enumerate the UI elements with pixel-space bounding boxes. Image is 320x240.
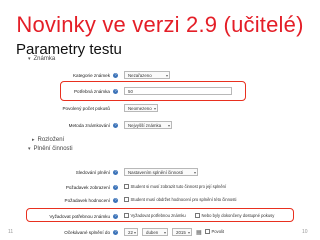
attempts-select[interactable]: Neomezeno: [124, 104, 158, 112]
grading-method-label: Metoda známkování: [68, 123, 110, 128]
highlight-frame: [60, 81, 246, 101]
enable-date-text: Povolit: [211, 229, 225, 234]
grade-category-select[interactable]: Nezařazeno: [124, 71, 170, 79]
slide-title: Novinky ve verzi 2.9 (učitelé): [16, 12, 304, 37]
grade-category-label: Kategorie známek: [72, 73, 110, 78]
help-icon[interactable]: ?: [113, 230, 118, 235]
grade-section-header[interactable]: ▾ Známka: [28, 56, 55, 62]
help-icon[interactable]: ?: [113, 198, 118, 203]
year-select[interactable]: 2015: [172, 228, 192, 236]
completion-tracking-label: Sledování plnění: [75, 170, 110, 175]
completion-tracking-row: Sledování plnění ? Nastavením splnění či…: [24, 168, 296, 178]
page-number-right: 10: [302, 229, 308, 235]
require-grade-checkbox-group[interactable]: Student musí obdržet hodnocení pro splně…: [124, 197, 236, 202]
grade-section-label: Známka: [33, 56, 56, 62]
require-view-checkbox-group[interactable]: Student si musí zobrazit tuto činnost pr…: [124, 184, 226, 189]
grading-method-row: Metoda známkování ? Nejvyšší známka: [24, 121, 296, 131]
completion-tracking-select[interactable]: Nastavením splnění činnosti: [124, 168, 198, 176]
enable-date-group[interactable]: Povolit: [205, 229, 224, 234]
attempts-row: Povolený počet pokusů Neomezeno: [24, 104, 296, 114]
quiz-settings-screenshot: ▾ Známka Kategorie známek ? Nezařazeno P…: [24, 56, 296, 240]
require-grade-checkbox[interactable]: [124, 197, 129, 202]
completion-section-header[interactable]: ▾ Plnění činnosti: [28, 146, 73, 152]
grading-method-select[interactable]: Nejvyšší známka: [124, 121, 172, 129]
appearance-section-label: Rozložení: [37, 137, 65, 143]
require-view-row: Požadavek zobrazení ? Student si musí zo…: [24, 183, 296, 193]
calendar-icon[interactable]: ▦: [196, 229, 202, 236]
require-grade-label: Požadavek hodnocení: [64, 198, 110, 203]
enable-date-checkbox[interactable]: [205, 229, 210, 234]
help-icon[interactable]: ?: [113, 73, 118, 78]
require-view-label: Požadavek zobrazení: [65, 185, 110, 190]
chevron-right-icon: ▸: [32, 137, 35, 143]
expected-completion-label: Očekávané splnění do: [64, 230, 110, 235]
help-icon[interactable]: ?: [113, 185, 118, 190]
attempts-label: Povolený počet pokusů: [62, 106, 110, 111]
help-icon[interactable]: ?: [113, 170, 118, 175]
require-view-checkbox[interactable]: [124, 184, 129, 189]
appearance-section-header[interactable]: ▸ Rozložení: [32, 137, 64, 143]
grade-category-row: Kategorie známek ? Nezařazeno: [24, 71, 296, 81]
chevron-down-icon: ▾: [28, 56, 31, 62]
highlight-frame: [26, 208, 294, 222]
page-number-left: 11: [8, 229, 14, 235]
require-grade-text: Student musí obdržet hodnocení pro splně…: [130, 197, 237, 202]
day-select[interactable]: 22: [124, 228, 138, 236]
help-icon[interactable]: ?: [113, 123, 118, 128]
completion-section-label: Plnění činnosti: [33, 146, 73, 152]
month-select[interactable]: duben: [142, 228, 168, 236]
expected-completion-row: Očekávané splnění do ? 22 duben 2015 ▦ P…: [24, 228, 296, 238]
require-grade-row: Požadavek hodnocení ? Student musí obdrž…: [24, 196, 296, 206]
require-view-text: Student si musí zobrazit tuto činnost pr…: [130, 184, 227, 189]
chevron-down-icon: ▾: [28, 146, 31, 152]
